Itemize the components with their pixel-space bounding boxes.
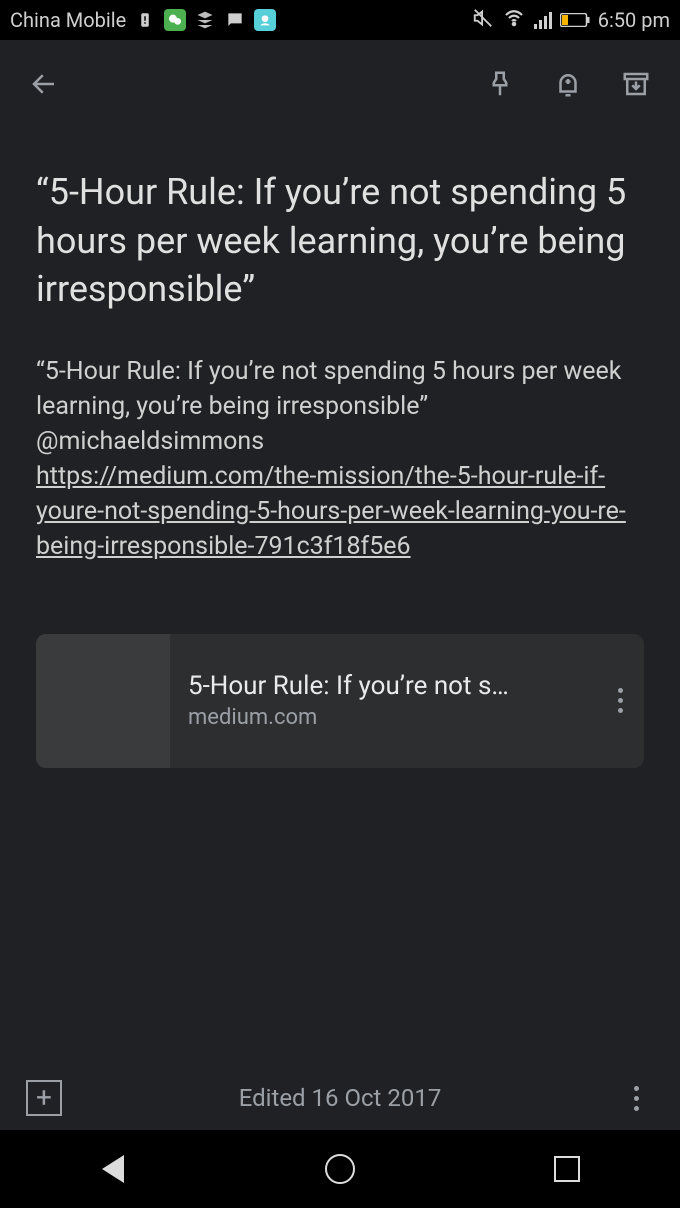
note-body[interactable]: “5-Hour Rule: If you’re not spending 5 h… [36, 354, 644, 564]
link-thumbnail [36, 634, 170, 768]
vertical-dots-icon [618, 688, 623, 713]
battery-low-icon [560, 13, 590, 27]
back-button[interactable] [24, 64, 64, 104]
triangle-back-icon [102, 1155, 124, 1183]
note-body-text: “5-Hour Rule: If you’re not spending 5 h… [36, 357, 621, 456]
pin-button[interactable] [480, 64, 520, 104]
nav-recent-button[interactable] [527, 1149, 607, 1189]
carrier-label: China Mobile [10, 8, 126, 32]
clock-label: 6:50 pm [598, 8, 670, 32]
plus-box-icon: + [26, 1080, 62, 1116]
edited-label: Edited 16 Oct 2017 [64, 1084, 616, 1112]
mute-icon [472, 7, 494, 34]
app-bar [0, 40, 680, 128]
archive-button[interactable] [616, 64, 656, 104]
app-icon [254, 9, 276, 31]
note-link[interactable]: https://medium.com/the-mission/the-5-hou… [36, 462, 626, 561]
bottom-toolbar: + Edited 16 Oct 2017 [0, 1066, 680, 1130]
more-options-button[interactable] [616, 1078, 656, 1118]
stack-icon [194, 9, 216, 31]
reminder-button[interactable] [548, 64, 588, 104]
system-nav-bar [0, 1130, 680, 1208]
sim-alert-icon [134, 9, 156, 31]
link-text: 5-Hour Rule: If you’re not s… medium.com [170, 671, 596, 730]
nav-back-button[interactable] [73, 1149, 153, 1189]
link-card-title: 5-Hour Rule: If you’re not s… [188, 671, 578, 701]
link-card-domain: medium.com [188, 705, 578, 730]
note-title[interactable]: “5-Hour Rule: If you’re not spending 5 h… [36, 168, 644, 314]
circle-home-icon [325, 1154, 355, 1184]
wechat-icon [164, 9, 186, 31]
square-recent-icon [554, 1156, 580, 1182]
signal-icon [534, 11, 552, 29]
note-content[interactable]: “5-Hour Rule: If you’re not spending 5 h… [0, 128, 680, 1066]
link-card-menu-button[interactable] [596, 688, 644, 713]
chat-icon [224, 9, 246, 31]
status-bar: China Mobile 6:50 pm [0, 0, 680, 40]
nav-home-button[interactable] [300, 1149, 380, 1189]
wifi-icon [502, 6, 526, 35]
link-preview-card[interactable]: 5-Hour Rule: If you’re not s… medium.com [36, 634, 644, 768]
vertical-dots-icon [634, 1086, 639, 1111]
add-content-button[interactable]: + [24, 1078, 64, 1118]
note-app: “5-Hour Rule: If you’re not spending 5 h… [0, 40, 680, 1130]
